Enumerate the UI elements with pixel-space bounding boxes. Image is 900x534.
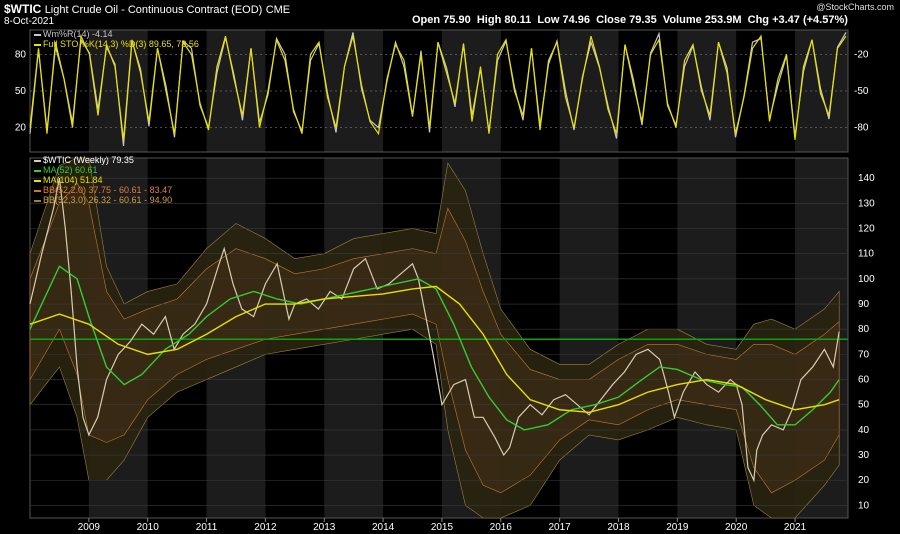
price-tick-label: 100 <box>858 274 875 285</box>
chart-canvas: 80 -20 50 -50 20 -80 10 20 30 40 50 60 70 80 90 100 110 1… <box>15 29 875 533</box>
price-tick-label: 60 <box>858 375 870 386</box>
price-tick-label: 130 <box>858 198 875 209</box>
x-axis-label: 2018 <box>607 522 630 533</box>
x-axis-label: 2021 <box>784 522 807 533</box>
year-band <box>324 30 384 152</box>
legend-ma104: MA(104) 51.84 <box>34 175 172 185</box>
legend-ma52: MA(52) 60.61 <box>34 165 172 175</box>
price-tick-label: 20 <box>858 475 870 486</box>
year-band <box>559 158 619 518</box>
x-axis-label: 2015 <box>431 522 454 533</box>
x-axis-label: 2017 <box>549 522 572 533</box>
legend-price: $WTIC (Weekly) 79.35 <box>34 155 172 165</box>
x-axis-label: 2013 <box>313 522 336 533</box>
indicator-left-tick: 50 <box>15 86 27 97</box>
price-tick-label: 90 <box>858 299 870 310</box>
indicator-right-tick: -20 <box>854 49 869 60</box>
price-tick-label: 110 <box>858 249 874 260</box>
x-axis-label: 2014 <box>372 522 395 533</box>
price-tick-label: 40 <box>858 425 870 436</box>
x-axis-label: 2012 <box>254 522 277 533</box>
x-axis-label: 2009 <box>78 522 101 533</box>
indicator-left-tick: 80 <box>15 49 27 60</box>
price-tick-label: 80 <box>858 324 870 335</box>
legend-bb3: BB(52,3.0) 26.32 - 60.61 - 94.90 <box>34 195 172 205</box>
price-tick-label: 70 <box>858 349 870 360</box>
x-axis-label: 2016 <box>490 522 513 533</box>
indicator-right-tick: -80 <box>854 123 869 134</box>
price-legend: $WTIC (Weekly) 79.35 MA(52) 60.61 MA(104… <box>34 155 172 205</box>
price-tick-label: 50 <box>858 400 870 411</box>
price-tick-label: 10 <box>858 500 870 511</box>
indicator-left-tick: 20 <box>15 123 27 134</box>
indicator-legend: Wm%R(14) -4.14 Full STO %K(14,3) %D(3) 8… <box>34 29 199 49</box>
x-axis-label: 2020 <box>725 522 748 533</box>
x-axis-label: 2010 <box>137 522 160 533</box>
indicator-right-tick: -50 <box>854 86 869 97</box>
x-axis-label: 2019 <box>666 522 689 533</box>
legend-wmr: Wm%R(14) -4.14 <box>34 29 199 39</box>
legend-sto: Full STO %K(14,3) %D(3) 89.65, 78.56 <box>34 39 199 49</box>
price-tick-label: 140 <box>858 173 875 184</box>
price-tick-label: 120 <box>858 223 875 234</box>
legend-bb2: BB(52,2.0) 37.75 - 60.61 - 83.47 <box>34 185 172 195</box>
x-axis-label: 2011 <box>196 522 218 533</box>
price-tick-label: 30 <box>858 450 870 461</box>
